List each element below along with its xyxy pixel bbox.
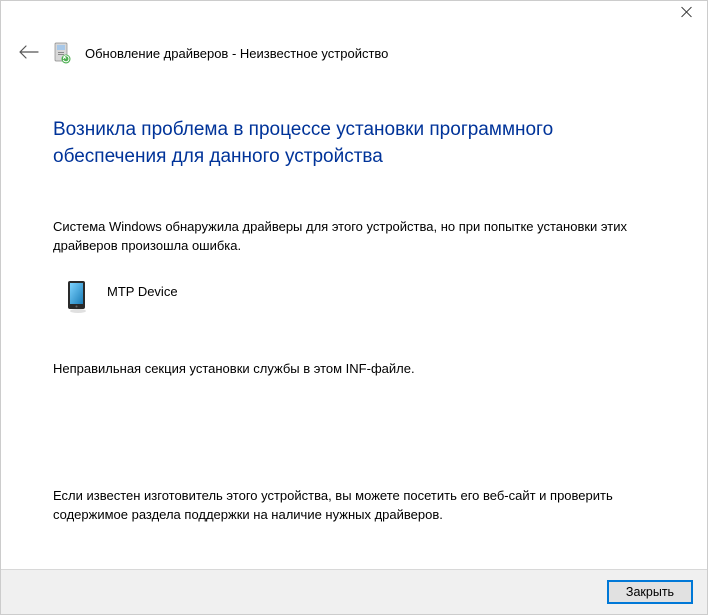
device-row: MTP Device (65, 278, 655, 314)
close-icon[interactable] (679, 5, 695, 21)
hint-text: Если известен изготовитель этого устройс… (53, 487, 655, 525)
error-text: Неправильная секция установки службы в э… (53, 360, 655, 379)
dialog-header: Обновление драйверов - Неизвестное устро… (1, 33, 707, 83)
main-heading: Возникла проблема в процессе установки п… (53, 117, 655, 170)
dialog-title: Обновление драйверов - Неизвестное устро… (85, 46, 388, 61)
close-button[interactable]: Закрыть (607, 580, 693, 604)
device-icon (65, 280, 89, 314)
dialog-content: Возникла проблема в процессе установки п… (1, 83, 707, 524)
description-text: Система Windows обнаружила драйверы для … (53, 218, 655, 256)
driver-update-icon (53, 41, 71, 65)
titlebar (1, 1, 707, 33)
device-name: MTP Device (107, 280, 178, 299)
dialog-footer: Закрыть (1, 569, 707, 614)
back-arrow-icon[interactable] (19, 45, 39, 61)
